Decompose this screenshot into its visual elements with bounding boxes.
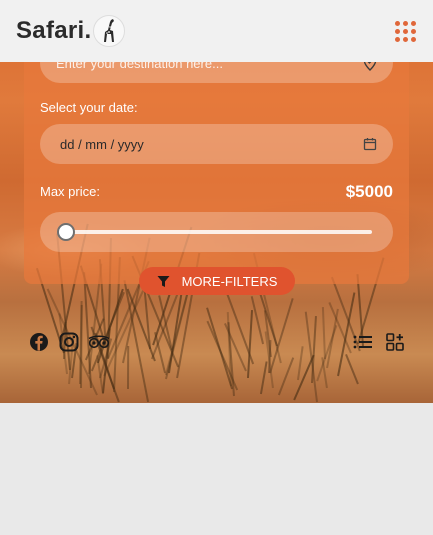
list-view-icon[interactable] <box>352 331 374 353</box>
grass-blade <box>321 307 326 360</box>
grass-blade <box>345 354 359 385</box>
date-input[interactable]: dd / mm / yyyy <box>60 137 144 152</box>
apps-menu-icon[interactable] <box>393 19 417 43</box>
price-value: $5000 <box>345 182 393 201</box>
top-navigation-bar: Safari. <box>0 0 433 62</box>
facebook-icon[interactable] <box>28 331 50 353</box>
grass-blade <box>326 308 340 369</box>
search-panel: Select your date: dd / mm / yyyy Max pri… <box>24 26 409 284</box>
tripadvisor-icon[interactable] <box>88 331 110 353</box>
logo-text: Safari. <box>16 17 92 44</box>
grid-add-view-icon[interactable] <box>384 331 406 353</box>
price-slider-track[interactable] <box>66 230 372 234</box>
grass-blade <box>246 310 253 379</box>
more-filters-label: MORE-FILTERS <box>181 273 278 289</box>
instagram-icon[interactable] <box>58 331 80 353</box>
grass-blade <box>259 361 268 394</box>
logo[interactable]: Safari. <box>16 15 126 47</box>
more-filters-button[interactable]: MORE-FILTERS <box>139 267 295 295</box>
view-toggles <box>352 331 406 353</box>
price-slider-thumb[interactable] <box>57 223 75 241</box>
calendar-icon[interactable] <box>363 137 377 151</box>
price-label: Max price: <box>40 184 100 199</box>
date-label: Select your date: <box>40 100 138 115</box>
giraffe-icon <box>93 15 126 47</box>
social-links <box>28 331 110 353</box>
grass-blade <box>127 345 130 389</box>
filter-icon <box>157 275 170 287</box>
date-field[interactable]: dd / mm / yyyy <box>40 124 393 164</box>
grass-blade <box>206 320 238 391</box>
